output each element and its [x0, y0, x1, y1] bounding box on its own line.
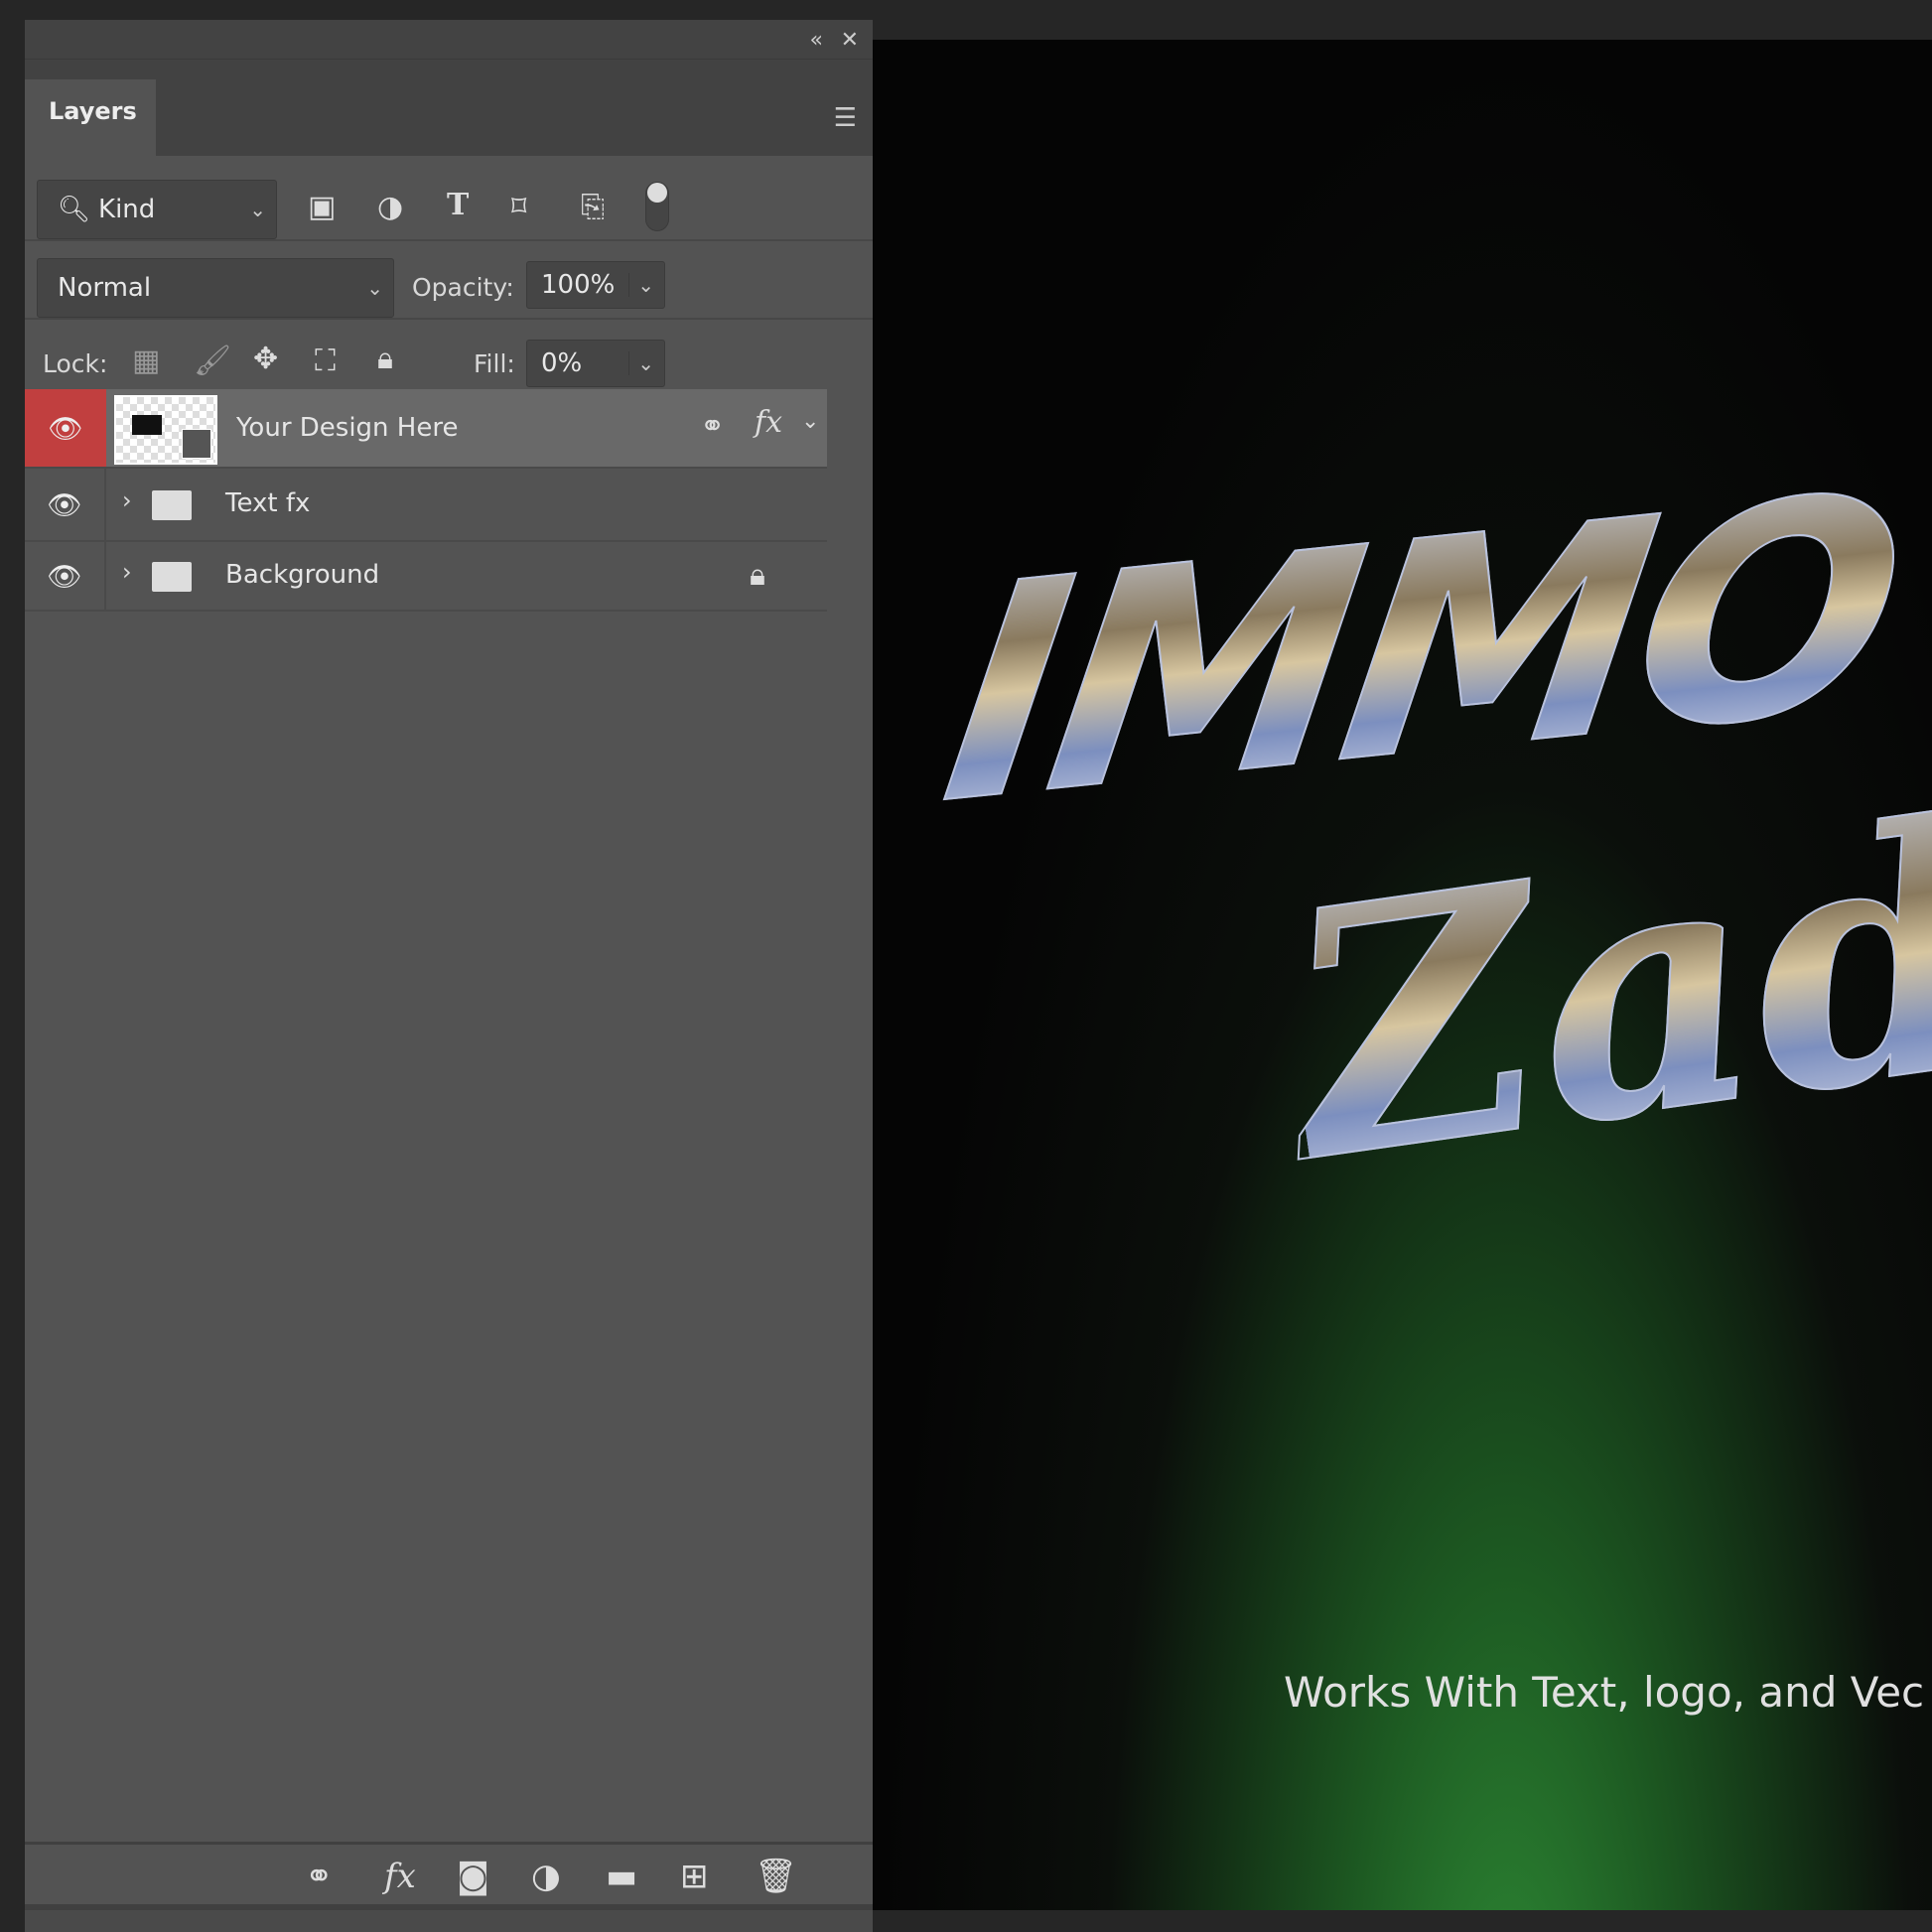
visibility-eye-icon[interactable]: 👁︎: [25, 389, 106, 467]
visibility-eye-icon[interactable]: 👁︎: [25, 469, 106, 540]
layer-row-background[interactable]: 👁︎ › Background 🔒︎: [25, 542, 827, 612]
chevron-down-icon: ⌄: [249, 198, 266, 221]
fx-icon[interactable]: fx: [384, 1857, 416, 1896]
lock-move-icon[interactable]: ✥: [253, 342, 278, 376]
blend-mode-select[interactable]: Normal ⌄: [37, 258, 394, 318]
lock-artboard-icon[interactable]: ⛶: [315, 344, 336, 378]
panel-titlebar: « ✕: [25, 20, 873, 60]
mask-icon[interactable]: ◙: [457, 1857, 489, 1896]
link-icon: ⚭: [700, 409, 726, 444]
hamburger-icon[interactable]: ☰: [834, 103, 857, 133]
search-icon: 🔍︎: [58, 195, 91, 224]
kind-filter-select[interactable]: 🔍︎ Kind ⌄: [37, 180, 277, 239]
type-filter-icon[interactable]: T: [447, 188, 469, 222]
blend-row: Normal ⌄ Opacity: 100% ⌄: [25, 241, 873, 320]
panel-resize-handle[interactable]: [25, 1910, 873, 1932]
expand-effects-icon[interactable]: ⌄: [801, 409, 819, 434]
lock-label: Lock:: [43, 349, 108, 378]
tab-bar: Layers ☰: [25, 60, 873, 156]
blend-mode-value: Normal: [58, 273, 152, 303]
chevron-down-icon: ⌄: [366, 276, 383, 300]
opacity-value: 100%: [541, 270, 616, 300]
filter-row: 🔍︎ Kind ⌄ ▣ ◑ T ⌑ ⎘: [25, 156, 873, 241]
folder-icon: [152, 490, 192, 520]
layer-row-text-fx[interactable]: 👁︎ › Text fx: [25, 469, 827, 542]
lock-transparent-icon[interactable]: ▦: [132, 344, 160, 378]
layer-name[interactable]: Background: [225, 560, 379, 590]
lock-icon: 🔒︎: [750, 558, 765, 593]
kind-label: Kind: [98, 195, 156, 224]
smart-object-filter-icon[interactable]: ⎘: [581, 190, 605, 224]
new-layer-icon[interactable]: ⊞: [680, 1857, 709, 1896]
expand-chevron-icon[interactable]: ›: [122, 558, 132, 586]
opacity-input[interactable]: 100% ⌄: [526, 261, 665, 309]
opacity-dropdown-icon[interactable]: ⌄: [628, 273, 654, 297]
lock-brush-icon[interactable]: 🖌︎: [194, 344, 231, 378]
layer-name[interactable]: Your Design Here: [236, 413, 458, 443]
filter-toggle[interactable]: [645, 182, 669, 231]
smart-object-badge-icon: [182, 429, 211, 459]
double-chevron-left-icon[interactable]: «: [810, 28, 823, 53]
expand-chevron-icon[interactable]: ›: [122, 486, 132, 514]
visibility-eye-icon[interactable]: 👁︎: [25, 542, 106, 610]
link-icon[interactable]: ⚭: [305, 1857, 334, 1896]
image-filter-icon[interactable]: ▣: [308, 190, 336, 224]
adjustment-filter-icon[interactable]: ◑: [377, 190, 403, 224]
layer-row-your-design-here[interactable]: 👁︎ Your Design Here ⚭ fx ⌄: [25, 389, 827, 469]
opacity-label: Opacity:: [412, 273, 514, 302]
fill-dropdown-icon[interactable]: ⌄: [628, 351, 654, 375]
thumbnail-content: [132, 415, 162, 435]
adjustment-icon[interactable]: ◑: [531, 1857, 561, 1896]
fx-icon[interactable]: fx: [755, 405, 782, 440]
close-icon[interactable]: ✕: [841, 28, 859, 53]
layers-panel: « ✕ Layers ☰ 🔍︎ Kind ⌄ ▣ ◑ T ⌑ ⎘ Normal …: [25, 20, 873, 1932]
document-canvas[interactable]: IMMO Zad Works With Text, logo, and Vec: [873, 40, 1932, 1910]
tab-layers[interactable]: Layers: [25, 79, 156, 156]
tagline: Works With Text, logo, and Vec: [1284, 1668, 1925, 1717]
lock-all-icon[interactable]: 🔒︎: [377, 342, 393, 376]
layer-thumbnail: [114, 395, 217, 465]
fill-label: Fill:: [474, 349, 515, 378]
trash-icon[interactable]: 🗑︎: [755, 1857, 797, 1896]
folder-icon[interactable]: ▬: [606, 1857, 637, 1896]
layers-bottom-toolbar: ⚭ fx ◙ ◑ ▬ ⊞ 🗑︎: [25, 1842, 873, 1910]
fill-input[interactable]: 0% ⌄: [526, 340, 665, 387]
layer-name[interactable]: Text fx: [225, 488, 310, 518]
shape-filter-icon[interactable]: ⌑: [511, 190, 526, 224]
fill-value: 0%: [541, 348, 583, 378]
folder-icon: [152, 562, 192, 592]
